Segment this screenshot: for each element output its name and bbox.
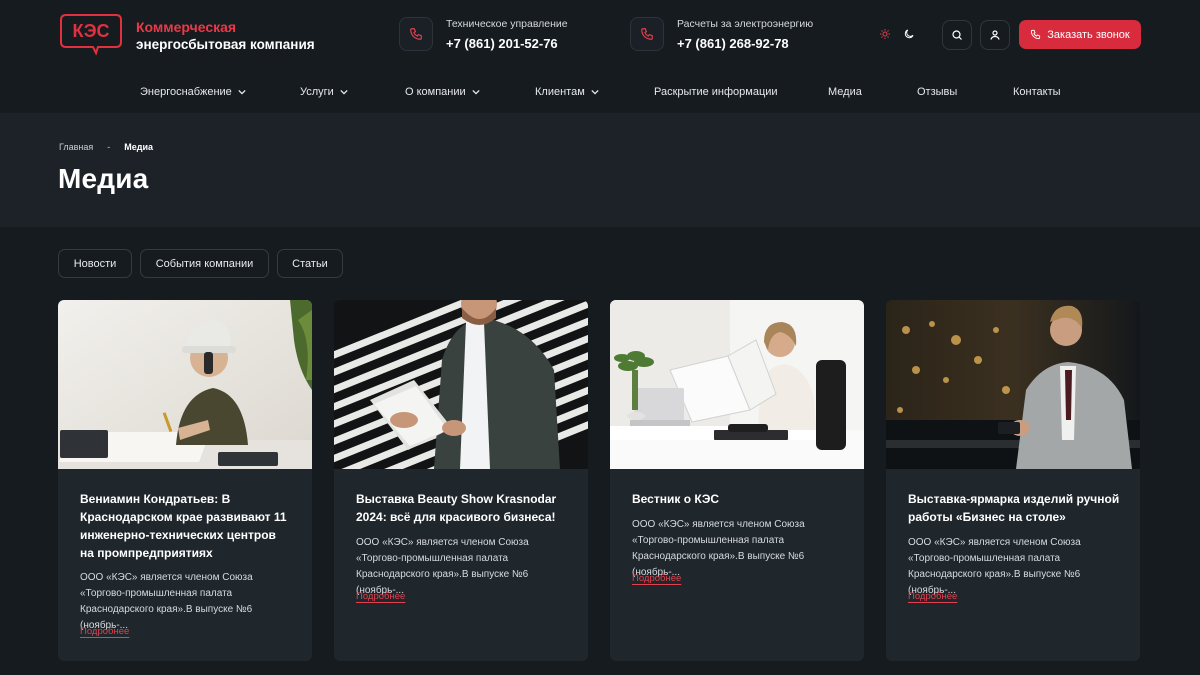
news-card-title[interactable]: Выставка-ярмарка изделий ручной работы «… (908, 490, 1120, 526)
read-more-link[interactable]: Подробнее (356, 591, 405, 602)
news-card-description: ООО «КЭС» является членом Союза «Торгово… (908, 537, 1081, 596)
logo[interactable]: КЭС (58, 12, 124, 56)
nav-item-label: Раскрытие информации (654, 86, 778, 98)
nav-item-label: О компании (405, 86, 466, 98)
nav-item-energy[interactable]: Энергоснабжение (140, 86, 246, 98)
phone-icon[interactable] (630, 17, 664, 51)
chevron-down-icon (591, 89, 599, 95)
brand-name[interactable]: Коммерческая энергосбытовая компания (136, 19, 315, 53)
nav-item-label: Медиа (828, 86, 862, 98)
phone-icon[interactable] (399, 17, 433, 51)
nav-item-disclosure[interactable]: Раскрытие информации (654, 86, 778, 98)
account-button[interactable] (980, 20, 1010, 50)
nav-item-label: Услуги (300, 86, 334, 98)
contact-phone[interactable]: +7 (861) 201-52-76 (446, 36, 568, 51)
filter-articles[interactable]: Статьи (277, 249, 343, 278)
news-card-image (886, 300, 1140, 469)
nav-item-label: Энергоснабжение (140, 86, 232, 98)
breadcrumb-current: Медиа (124, 142, 154, 152)
news-card[interactable]: Выставка-ярмарка изделий ручной работы «… (886, 300, 1140, 661)
news-card[interactable]: Вестник о КЭС ООО «КЭС» является членом … (610, 300, 864, 661)
chevron-down-icon (238, 89, 246, 95)
news-card-description: ООО «КЭС» является членом Союза «Торгово… (632, 519, 805, 578)
nav-item-label: Отзывы (917, 86, 958, 98)
read-more-link[interactable]: Подробнее (80, 626, 129, 637)
search-icon (952, 30, 962, 40)
nav-item-label: Клиентам (535, 86, 585, 98)
contact-technical: Техническое управление +7 (861) 201-52-7… (446, 18, 568, 51)
page-hero: Главная - Медиа Медиа (0, 113, 1200, 227)
contact-label: Техническое управление (446, 18, 568, 30)
user-icon (990, 30, 1000, 40)
contact-phone[interactable]: +7 (861) 268-92-78 (677, 36, 813, 51)
site-header: КЭС Коммерческая энергосбытовая компания… (0, 0, 1200, 113)
order-call-label: Заказать звонок (1047, 28, 1130, 41)
brand-name-line2: энергосбытовая компания (136, 37, 315, 52)
order-call-button[interactable]: Заказать звонок (1019, 20, 1141, 49)
news-card[interactable]: Вениамин Кондратьев: В Краснодарском кра… (58, 300, 312, 661)
contact-label: Расчеты за электроэнергию (677, 18, 814, 30)
news-card-image (334, 300, 588, 469)
read-more-link[interactable]: Подробнее (632, 573, 681, 584)
news-card-description: ООО «КЭС» является членом Союза «Торгово… (356, 537, 529, 596)
news-card[interactable]: Выставка Beauty Show Krasnodar 2024: всё… (334, 300, 588, 661)
filter-news[interactable]: Новости (58, 249, 132, 278)
logo-text: КЭС (72, 21, 109, 41)
nav-item-media[interactable]: Медиа (828, 86, 862, 98)
moon-icon[interactable] (902, 27, 916, 41)
contact-billing: Расчеты за электроэнергию +7 (861) 268-9… (677, 18, 813, 51)
logo-mark: КЭС (60, 14, 122, 56)
news-card-title[interactable]: Выставка Beauty Show Krasnodar 2024: всё… (356, 490, 568, 526)
filter-company-events[interactable]: События компании (140, 249, 269, 278)
phone-icon (1031, 29, 1041, 40)
brand-name-line1: Коммерческая (136, 19, 237, 35)
news-card-image (610, 300, 864, 469)
nav-item-services[interactable]: Услуги (300, 86, 348, 98)
nav-item-label: Контакты (1013, 86, 1061, 98)
search-button[interactable] (942, 20, 972, 50)
chevron-down-icon (472, 89, 480, 95)
page-title: Медиа (58, 163, 149, 194)
news-card-description: ООО «КЭС» является членом Союза «Торгово… (80, 572, 253, 631)
nav-item-clients[interactable]: Клиентам (535, 86, 599, 98)
nav-item-reviews[interactable]: Отзывы (917, 86, 957, 98)
read-more-link[interactable]: Подробнее (908, 591, 957, 602)
news-card-title[interactable]: Вестник о КЭС (632, 490, 844, 508)
breadcrumb-separator: - (107, 142, 111, 152)
news-card-title[interactable]: Вениамин Кондратьев: В Краснодарском кра… (80, 490, 292, 562)
main-nav: Энергоснабжение Услуги О компании Клиент… (0, 86, 1200, 100)
breadcrumb: Главная - Медиа (59, 142, 153, 152)
breadcrumb-home[interactable]: Главная (59, 142, 93, 152)
chevron-down-icon (340, 89, 348, 95)
sun-icon[interactable] (878, 27, 892, 41)
nav-item-contacts[interactable]: Контакты (1013, 86, 1061, 98)
news-card-image (58, 300, 312, 469)
nav-item-about[interactable]: О компании (405, 86, 480, 98)
